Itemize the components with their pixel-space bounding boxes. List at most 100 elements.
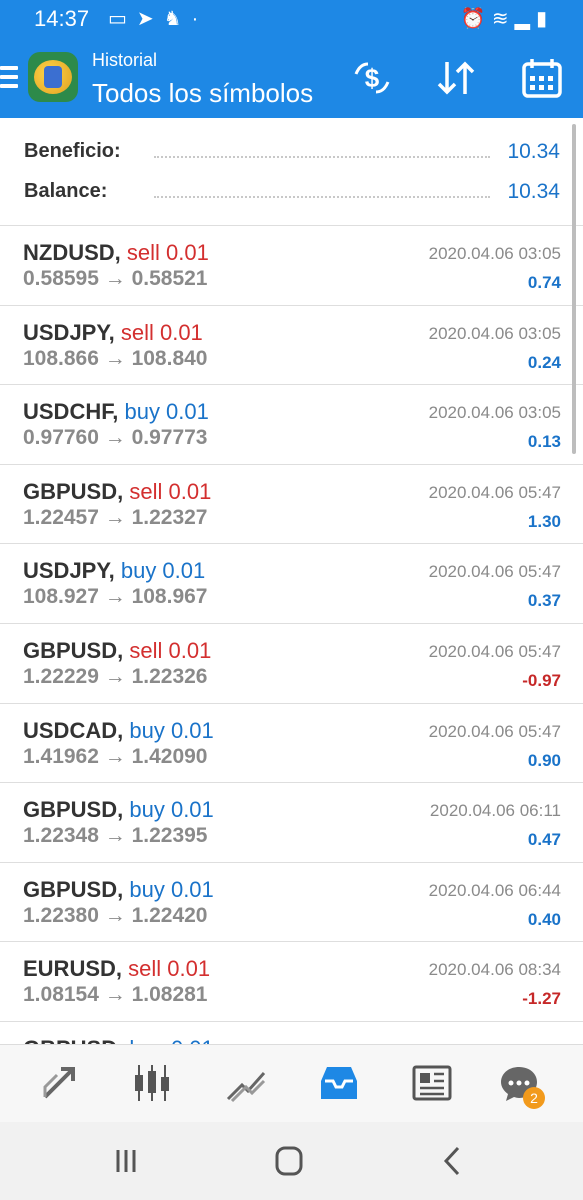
trade-side: buy 0.01 — [129, 797, 214, 823]
trade-symbol: EURUSD, — [23, 956, 123, 982]
trade-symbol-line: USDJPY, buy 0.01 — [23, 558, 205, 584]
trade-symbol-line: GBPUSD, buy 0.01 — [23, 877, 214, 903]
trade-symbol: NZDUSD, — [23, 240, 121, 265]
dot-icon: · — [191, 8, 209, 30]
trade-prices: 108.866 → 108.840 — [23, 346, 208, 370]
trade-side: sell 0.01 — [129, 478, 212, 504]
trade-side: sell 0.01 — [126, 240, 209, 265]
trade-date: 2020.04.06 05:47 — [428, 482, 561, 502]
trade-symbol-line: USDCAD, buy 0.01 — [23, 718, 214, 744]
trade-date: 2020.04.06 03:05 — [428, 403, 561, 423]
trade-symbol-line: USDCHF, buy 0.01 — [23, 399, 209, 425]
trade-symbol-line: GBPUSD, buy 0.01 — [23, 1036, 214, 1044]
balance-value: 10.34 — [507, 180, 560, 203]
trade-row[interactable]: GBPUSD, sell 0.01 1.22229 → 1.22326 2020.0… — [0, 624, 583, 704]
trade-date: 2020.04.06 05:47 — [428, 641, 561, 661]
notification-icon: ♞ — [163, 8, 192, 30]
trade-row[interactable]: USDCHF, buy 0.01 0.97760 → 0.97773 2020.04… — [0, 385, 583, 465]
chat-badge: 2 — [523, 1087, 545, 1109]
telegram-icon: ➤ — [136, 8, 164, 30]
trade-prices: 1.22457 → 1.22327 — [23, 505, 208, 529]
trade-row[interactable]: GBPUSD, buy 0.01 — [0, 1022, 583, 1044]
trade-row[interactable]: NZDUSD, sell 0.01 0.58595 → 0.58521 2020.0… — [0, 226, 583, 306]
trade-symbol-line: GBPUSD, sell 0.01 — [23, 479, 211, 505]
trade-side: buy 0.01 — [120, 558, 206, 584]
trade-prices: 1.22229 → 1.22326 — [23, 664, 208, 688]
trade-date: 2020.04.06 05:47 — [428, 562, 561, 582]
trade-symbol: USDJPY, — [23, 558, 115, 584]
quotes-icon[interactable] — [37, 1061, 81, 1105]
trade-symbol-line: USDJPY, sell 0.01 — [23, 320, 203, 346]
battery-icon: ▮ — [535, 8, 553, 30]
trade-profit: 0.24 — [527, 352, 561, 372]
trade-prices: 0.97760 → 0.97773 — [23, 426, 208, 450]
beneficio-row: Beneficio: 10.34 — [24, 140, 560, 170]
recents-icon[interactable] — [106, 1144, 146, 1178]
trade-side: buy 0.01 — [129, 1036, 213, 1044]
trade-side: buy 0.01 — [124, 399, 209, 425]
balance-label: Balance: — [24, 180, 114, 203]
trade-prices: 1.08154 → 1.08281 — [23, 983, 208, 1007]
trade-side: sell 0.01 — [128, 956, 211, 982]
trade-symbol: GBPUSD, — [23, 637, 124, 663]
account-summary: Beneficio: 10.34 Balance: 10.34 — [0, 118, 583, 226]
menu-icon[interactable] — [0, 66, 18, 90]
back-icon[interactable] — [432, 1144, 472, 1178]
system-nav-bar — [0, 1122, 583, 1200]
trade-row[interactable]: GBPUSD, buy 0.01 1.22380 → 1.22420 2020.04… — [0, 863, 583, 943]
bottom-tab-bar: 2 — [0, 1044, 583, 1122]
balance-row: Balance: 10.34 — [24, 180, 560, 210]
trade-side: sell 0.01 — [120, 319, 203, 345]
trade-side: sell 0.01 — [129, 637, 212, 663]
app-logo[interactable] — [28, 52, 78, 102]
status-right-icons: ⏰≋▂▮ — [461, 6, 553, 31]
news-icon[interactable] — [410, 1061, 454, 1105]
screen-icon: ▭ — [108, 8, 137, 30]
trade-date: 2020.04.06 08:34 — [428, 960, 561, 980]
chart-icon[interactable] — [130, 1061, 174, 1105]
trade-row[interactable]: GBPUSD, buy 0.01 1.22348 → 1.22395 2020.04… — [0, 783, 583, 863]
trade-row[interactable]: USDJPY, buy 0.01 108.927 → 108.967 2020.04… — [0, 544, 583, 624]
trade-icon[interactable] — [224, 1061, 268, 1105]
trade-row[interactable]: USDCAD, buy 0.01 1.41962 → 1.42090 2020.04… — [0, 704, 583, 784]
trade-profit: 0.40 — [527, 909, 561, 929]
trade-profit: 0.37 — [527, 591, 561, 611]
svg-text:$: $ — [365, 63, 380, 93]
sort-icon[interactable] — [434, 56, 478, 100]
home-icon[interactable] — [269, 1144, 309, 1178]
trade-symbol-line: GBPUSD, buy 0.01 — [23, 797, 214, 823]
calendar-icon[interactable] — [520, 56, 564, 100]
trade-symbol: GBPUSD, — [23, 478, 124, 504]
trade-date: 2020.04.06 03:05 — [428, 323, 561, 343]
trade-prices: 108.927 → 108.967 — [23, 585, 208, 609]
wifi-icon: ≋ — [491, 8, 515, 30]
trade-symbol-line: NZDUSD, sell 0.01 — [23, 240, 209, 266]
deposit-icon[interactable]: $ — [350, 56, 394, 100]
status-time: 14:37 — [34, 6, 90, 31]
trade-symbol: USDCAD, — [23, 717, 124, 743]
trade-date: 2020.04.06 03:05 — [428, 244, 561, 263]
trade-date: 2020.04.06 05:47 — [428, 721, 561, 741]
trade-symbol: GBPUSD, — [23, 876, 124, 902]
trade-prices: 1.22348 → 1.22395 — [23, 824, 208, 848]
trade-profit: 0.90 — [527, 750, 561, 770]
trade-row[interactable]: EURUSD, sell 0.01 1.08154 → 1.08281 2020.0… — [0, 942, 583, 1022]
trade-profit: 0.74 — [527, 273, 561, 292]
page-title[interactable]: Todos los símbolos — [92, 78, 313, 109]
trade-history-list[interactable]: NZDUSD, sell 0.01 0.58595 → 0.58521 2020.0… — [0, 226, 583, 1044]
trade-profit: -1.27 — [522, 989, 561, 1009]
trade-prices: 1.41962 → 1.42090 — [23, 744, 208, 768]
trade-date: 2020.04.06 06:11 — [429, 801, 561, 821]
trade-side: buy 0.01 — [129, 876, 214, 902]
trade-date: 2020.04.06 06:44 — [428, 880, 561, 900]
trade-row[interactable]: USDJPY, sell 0.01 108.866 → 108.840 2020.0… — [0, 306, 583, 386]
chat-tab[interactable]: 2 — [497, 1061, 545, 1109]
trade-row[interactable]: GBPUSD, sell 0.01 1.22457 → 1.22327 2020.0… — [0, 465, 583, 545]
scrollbar[interactable] — [572, 124, 576, 454]
trade-profit: 1.30 — [527, 511, 561, 531]
trade-prices: 1.22380 → 1.22420 — [23, 903, 208, 927]
trade-symbol: USDJPY, — [23, 319, 115, 345]
history-icon[interactable] — [317, 1061, 361, 1105]
trade-profit: 0.13 — [527, 432, 561, 452]
trade-symbol-line: EURUSD, sell 0.01 — [23, 956, 210, 982]
